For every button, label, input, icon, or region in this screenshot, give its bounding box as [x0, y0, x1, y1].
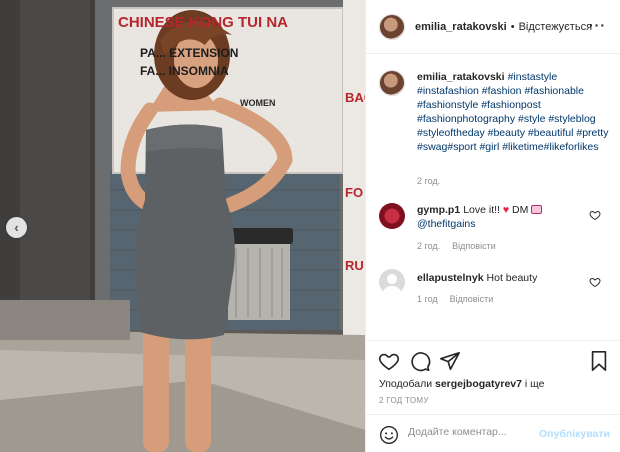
reply-button[interactable]: Відповісти: [452, 241, 496, 251]
following-status-button[interactable]: Відстежується: [519, 21, 592, 33]
sign-line-3: FA... INSOMNIA: [140, 64, 229, 78]
more-icon: ···: [589, 17, 606, 33]
author-avatar[interactable]: [379, 13, 405, 40]
previous-photo-button[interactable]: ‹: [6, 217, 27, 238]
sign-right-1: BAC: [345, 90, 365, 105]
post-header: emilia_ratakovski • Відстежується: [366, 0, 620, 54]
bookmark-icon[interactable]: [588, 350, 610, 372]
red-heart-emoji-icon: ♥: [502, 204, 510, 216]
heart-icon[interactable]: [378, 350, 400, 372]
comment-meta: 2 год. Відповісти: [417, 241, 508, 251]
post-caption: emilia_ratakovski #instastyle #instafashi…: [379, 70, 611, 154]
comment-text: Hot beauty: [486, 272, 538, 284]
comment-item: gymp.p1 Love it!! ♥ DM @thefitgains 2 год…: [379, 203, 611, 251]
comment-meta: 1 год Відповісти: [417, 294, 505, 304]
comment-time: 2 год.: [417, 241, 441, 251]
caption-hashtags[interactable]: #instastyle #instafashion #fashion #fash…: [417, 71, 608, 153]
comment-username[interactable]: gymp.p1: [417, 204, 460, 216]
comment-icon[interactable]: [409, 350, 431, 372]
like-comment-heart-icon[interactable]: [589, 209, 601, 221]
instagram-post-view: CHINESE KONG TUI NA PA... EXTENSION FA..…: [0, 0, 620, 452]
sign-right-3: RU: [345, 258, 364, 273]
caption-avatar[interactable]: [379, 70, 405, 96]
comment-item: ellapustelnyk Hot beauty 1 год Відповісти: [379, 269, 611, 304]
reply-button[interactable]: Відповісти: [450, 294, 494, 304]
comment-username[interactable]: ellapustelnyk: [417, 272, 484, 284]
input-divider: [366, 414, 620, 415]
add-comment-input[interactable]: [408, 426, 536, 438]
sign-line-1: CHINESE KONG TUI NA: [118, 14, 289, 31]
post-side-panel: emilia_ratakovski • Відстежується ··· em…: [365, 0, 620, 452]
like-comment-heart-icon[interactable]: [589, 276, 601, 288]
smile-icon[interactable]: [379, 425, 399, 445]
sign-right-2: FO: [345, 185, 364, 200]
caption-username[interactable]: emilia_ratakovski: [417, 71, 505, 83]
publish-button[interactable]: Опублікувати: [539, 428, 610, 440]
likes-username[interactable]: sergejbogatyrev7: [435, 378, 522, 390]
likes-prefix: Уподобали: [379, 378, 433, 390]
commenter-avatar[interactable]: [379, 269, 405, 295]
commenter-avatar[interactable]: [379, 203, 405, 229]
author-username[interactable]: emilia_ratakovski: [415, 21, 507, 33]
sign-line-4: WOMEN: [240, 98, 276, 108]
comment-text-dm: DM: [512, 204, 529, 216]
actions-divider: [366, 340, 620, 341]
post-timestamp: 2 ГОД ТОМУ: [379, 396, 429, 405]
comment-time: 1 год: [417, 294, 438, 304]
more-options-button[interactable]: ···: [589, 17, 606, 33]
comment-text: Love it!!: [463, 204, 500, 216]
comment-mention[interactable]: @thefitgains: [417, 218, 476, 230]
caption-time: 2 год.: [417, 176, 441, 186]
share-icon[interactable]: [439, 350, 461, 372]
mailbox-emoji-icon: [531, 205, 543, 214]
likes-suffix[interactable]: і ще: [525, 378, 545, 390]
post-photo[interactable]: CHINESE KONG TUI NA PA... EXTENSION FA..…: [0, 0, 365, 452]
chevron-left-icon: ‹: [14, 220, 19, 235]
header-separator: •: [510, 20, 515, 33]
likes-summary: Уподобали sergejbogatyrev7 і ще: [379, 378, 545, 390]
sign-line-2: PA... EXTENSION: [140, 46, 239, 60]
